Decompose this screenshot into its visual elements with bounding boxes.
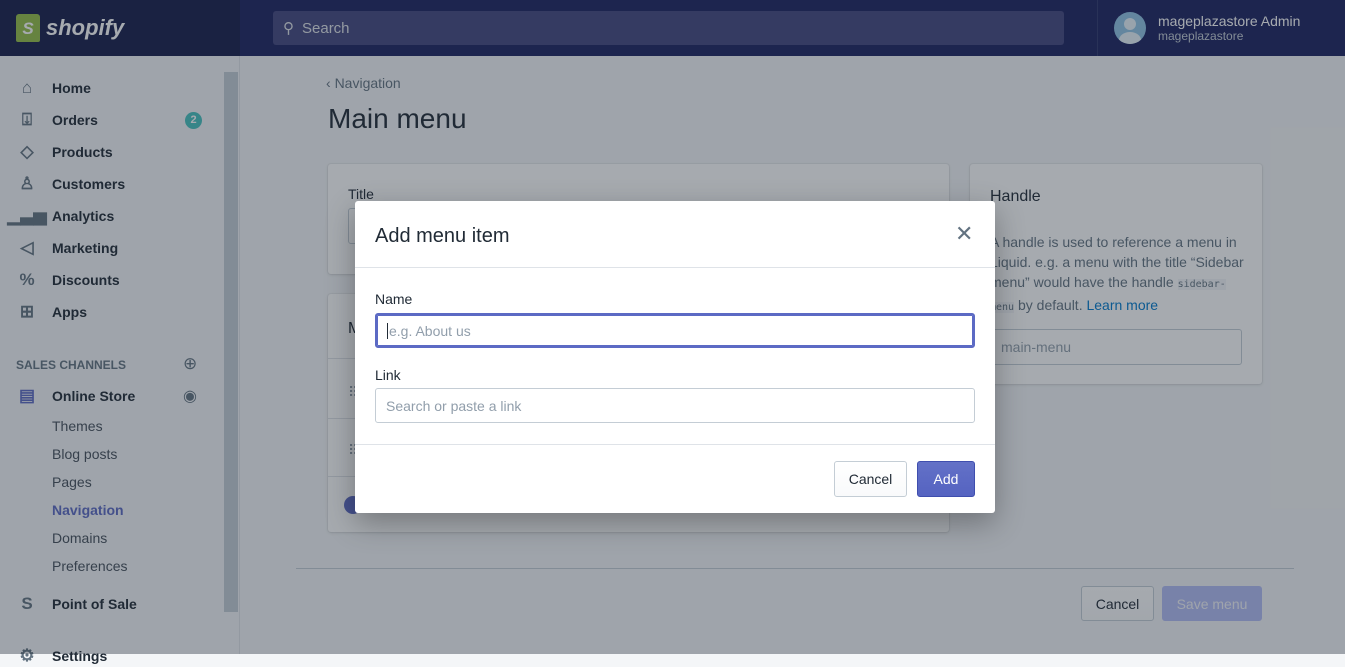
link-input[interactable]: Search or paste a link bbox=[375, 388, 975, 423]
close-icon[interactable]: ✕ bbox=[955, 221, 973, 247]
add-button[interactable]: Add bbox=[917, 461, 975, 497]
name-label: Name bbox=[375, 291, 413, 307]
modal-title: Add menu item bbox=[375, 225, 510, 247]
add-menu-item-modal: Add menu item ✕ Name e.g. About us Link … bbox=[355, 201, 995, 513]
name-input[interactable]: e.g. About us bbox=[375, 313, 975, 348]
modal-cancel-button[interactable]: Cancel bbox=[834, 461, 907, 497]
link-label: Link bbox=[375, 367, 401, 383]
